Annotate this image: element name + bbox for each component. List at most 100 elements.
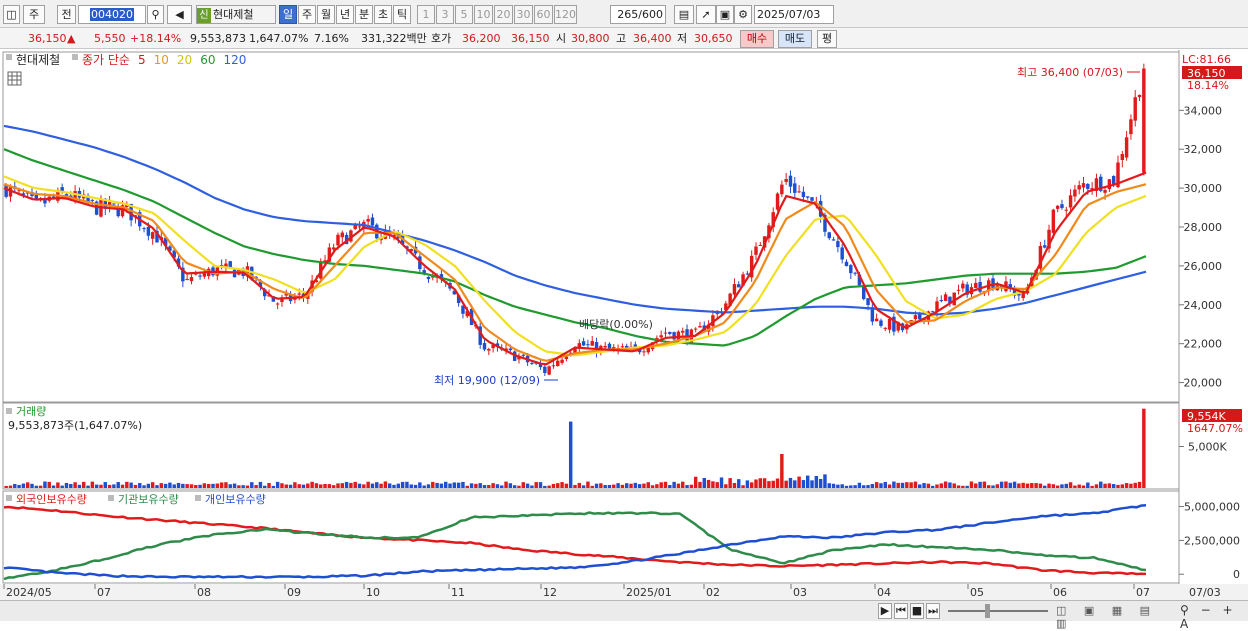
interval-button-3[interactable]: 3 [436, 5, 454, 24]
volume-bar [237, 485, 241, 488]
interval-button-5[interactable]: 5 [455, 5, 473, 24]
trade-value: 331,322백만 [361, 32, 427, 45]
volume-bar [448, 483, 452, 488]
candle-body [758, 245, 763, 247]
interval-button-20[interactable]: 20 [494, 5, 513, 24]
table-icon[interactable] [7, 71, 22, 86]
volume-pct: 1,647.07% [249, 32, 309, 45]
candle-body [530, 362, 534, 364]
candle-body [874, 318, 879, 322]
volume-bar [504, 481, 508, 488]
candle-body [879, 320, 883, 326]
y-tick-label: 22,000 [1184, 338, 1223, 351]
period-button-0[interactable]: 일 [279, 5, 297, 24]
period-main-select[interactable]: 주 [23, 5, 45, 24]
buy-button[interactable]: 매수 [740, 30, 774, 48]
volume-bar [163, 483, 168, 488]
volume-bar [1064, 483, 1068, 488]
candle-body [590, 341, 594, 346]
period-button-5[interactable]: 초 [374, 5, 392, 24]
candle-body [1129, 119, 1133, 135]
prev-select[interactable]: 전 [57, 5, 76, 24]
date-input[interactable]: 2025/07/03 [754, 5, 834, 24]
stop-icon[interactable]: ■ [910, 603, 924, 619]
draw-line-icon[interactable]: ➚ [696, 5, 716, 24]
max-note: 최고 36,400 (07/03) [1017, 66, 1123, 79]
volume-bar [1103, 483, 1107, 488]
candle-body [853, 272, 857, 274]
period-button-3[interactable]: 년 [336, 5, 354, 24]
bid-label: 호가 [431, 32, 452, 45]
search-icon[interactable]: ⚲ [147, 5, 164, 24]
period-button-4[interactable]: 분 [355, 5, 373, 24]
volume-bar [1081, 485, 1086, 488]
count-input[interactable]: 265/600 [610, 5, 666, 24]
period-button-2[interactable]: 월 [317, 5, 335, 24]
volume-bar [715, 482, 719, 488]
stock-name-box[interactable]: 신 현대제철 [196, 5, 276, 24]
volume-bar [827, 483, 831, 488]
credit-badge: 신 [197, 8, 211, 23]
x-tick-label: 09 [287, 586, 301, 599]
sell-button[interactable]: 매도 [778, 30, 812, 48]
volume-bar [784, 480, 788, 488]
eval-button[interactable]: 평 [817, 30, 837, 48]
ask-price: 36,150 [511, 32, 550, 45]
volume-bar [194, 485, 198, 488]
volume-bar [823, 474, 827, 488]
last-pct: 18.14% [1187, 79, 1229, 92]
x-tick-label: 08 [197, 586, 211, 599]
x-tick-label: 05 [970, 586, 984, 599]
candle-body [784, 179, 788, 182]
interval-button-60[interactable]: 60 [534, 5, 553, 24]
candle-type-icon[interactable]: ▤ [674, 5, 694, 24]
lc-label: LC:81.66 [1182, 53, 1231, 66]
sound-icon[interactable]: ◀ [167, 5, 192, 24]
scroll-first-icon[interactable]: ⏮ [894, 603, 908, 619]
volume-bar [857, 482, 862, 488]
volume-bar [913, 481, 918, 488]
chart-area[interactable]: 현대제철 종가 단순 5 10 20 60 120 LC:81.66 36,150 18… [0, 50, 1248, 621]
period-button-6[interactable]: 틱 [393, 5, 411, 24]
price-change-pct: +18.14% [130, 32, 182, 45]
interval-button-1[interactable]: 1 [417, 5, 435, 24]
volume-bar [34, 485, 39, 488]
zoom-icons[interactable]: ⚲ − + A [1180, 603, 1246, 631]
volume-bar [112, 484, 116, 488]
period-button-1[interactable]: 주 [298, 5, 316, 24]
volume-bar [986, 485, 991, 488]
holders-legend-marker [108, 495, 114, 501]
interval-button-10[interactable]: 10 [474, 5, 493, 24]
volume-bar [965, 485, 969, 488]
volume-bar [392, 484, 396, 488]
volume-bar [310, 481, 314, 488]
volume-bar [612, 484, 616, 488]
volume-bar [1086, 482, 1090, 488]
interval-button-30[interactable]: 30 [514, 5, 533, 24]
volume-bar [202, 483, 207, 488]
layout-icon[interactable]: ◫ [3, 5, 20, 24]
volume-bar [185, 484, 189, 488]
scroll-last-icon[interactable]: ⏭ [926, 603, 940, 619]
volume-bar [844, 485, 849, 488]
volume-bar [607, 484, 612, 488]
chart-svg[interactable]: 현대제철 종가 단순 5 10 20 60 120 LC:81.66 36,150 18… [0, 50, 1248, 621]
gear-icon[interactable]: ⚙ [734, 5, 752, 24]
volume-bar [215, 483, 220, 488]
volume-bar [780, 453, 784, 488]
stock-code-input[interactable]: 004020 [78, 5, 146, 24]
save-icon[interactable]: ▣ [716, 5, 734, 24]
volume-bar [961, 485, 965, 488]
scroll-right-icon[interactable]: ▶ [878, 603, 892, 619]
candle-body [827, 232, 831, 239]
interval-button-120[interactable]: 120 [554, 5, 577, 24]
volume-bar [250, 482, 254, 488]
zoom-slider[interactable] [948, 610, 1048, 612]
volume-bar [1025, 483, 1030, 488]
candle-body [943, 294, 948, 301]
zoom-slider-thumb[interactable] [985, 604, 990, 618]
volume-bar [918, 484, 922, 488]
volume-bar [181, 483, 185, 488]
volume-bar [896, 482, 900, 488]
volume-bar [82, 481, 86, 488]
